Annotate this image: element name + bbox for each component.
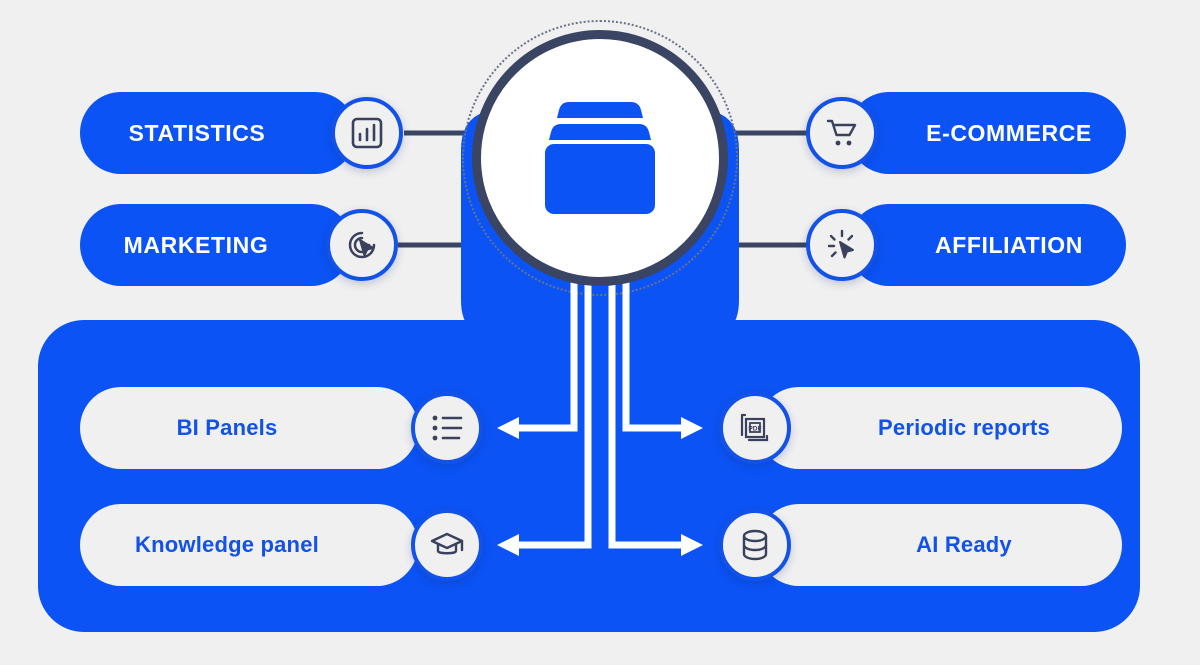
target-cursor-icon[interactable]: [326, 209, 398, 281]
source-pill-marketing[interactable]: MARKETING: [80, 204, 352, 286]
central-data-hub[interactable]: [472, 30, 728, 286]
source-pill-ecommerce[interactable]: E-COMMERCE: [848, 92, 1126, 174]
source-label-affiliation: AFFILIATION: [935, 231, 1083, 258]
graduation-cap-icon[interactable]: [411, 509, 483, 581]
output-label-knowledge-panel: Knowledge panel: [135, 532, 319, 557]
output-label-ai-ready: AI Ready: [916, 532, 1012, 557]
database-archive-icon: [545, 102, 655, 214]
svg-text:PDF: PDF: [748, 425, 761, 432]
bar-chart-icon[interactable]: [331, 97, 403, 169]
output-pill-periodic-reports[interactable]: Periodic reports: [758, 387, 1122, 469]
pdf-documents-icon[interactable]: PDF: [719, 392, 791, 464]
output-pill-knowledge-panel[interactable]: Knowledge panel: [80, 504, 418, 586]
source-pill-affiliation[interactable]: AFFILIATION: [848, 204, 1126, 286]
output-label-periodic-reports: Periodic reports: [878, 415, 1050, 440]
source-label-ecommerce: E-COMMERCE: [926, 119, 1092, 146]
source-pill-statistics[interactable]: STATISTICS: [80, 92, 356, 174]
shopping-cart-icon[interactable]: [806, 97, 878, 169]
database-cylinder-icon[interactable]: [719, 509, 791, 581]
output-label-bi-panels: BI Panels: [176, 415, 278, 440]
source-label-statistics: STATISTICS: [128, 119, 266, 146]
bullet-list-icon[interactable]: [411, 392, 483, 464]
diagram-canvas: STATISTICS MARKETING E-COMMERCE AFFILIAT: [0, 0, 1200, 665]
click-burst-icon[interactable]: [806, 209, 878, 281]
output-pill-ai-ready[interactable]: AI Ready: [758, 504, 1122, 586]
output-pill-bi-panels[interactable]: BI Panels: [80, 387, 418, 469]
source-label-marketing: MARKETING: [123, 231, 269, 258]
